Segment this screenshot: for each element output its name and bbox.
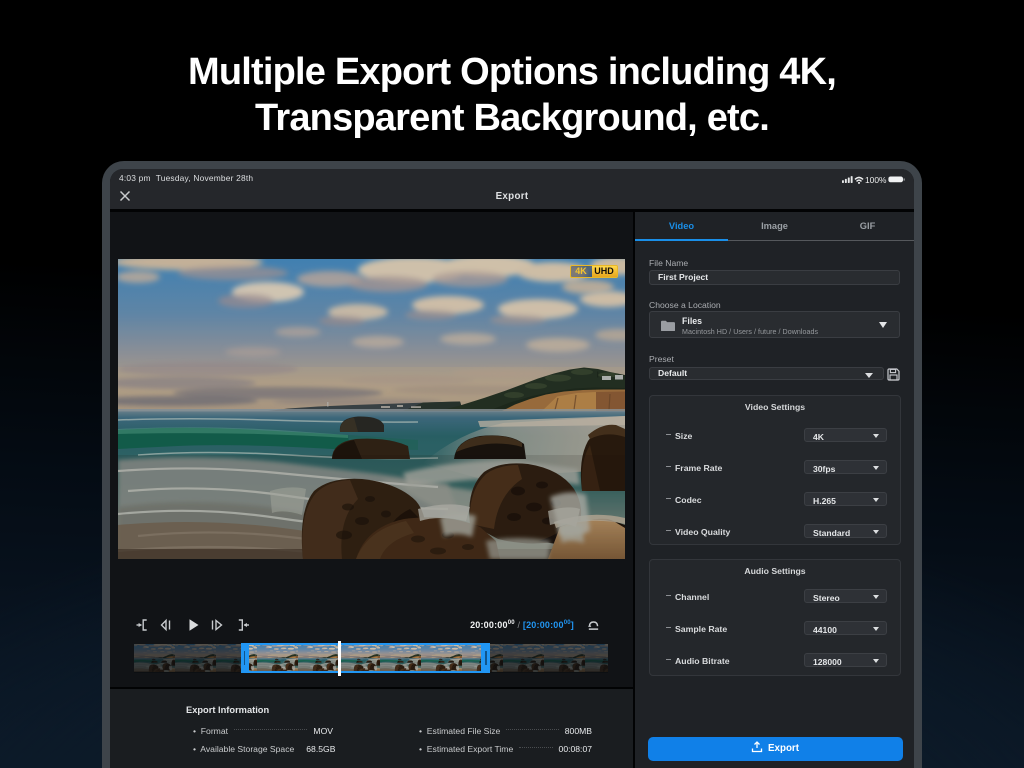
svg-text:100%: 100%: [865, 175, 887, 185]
